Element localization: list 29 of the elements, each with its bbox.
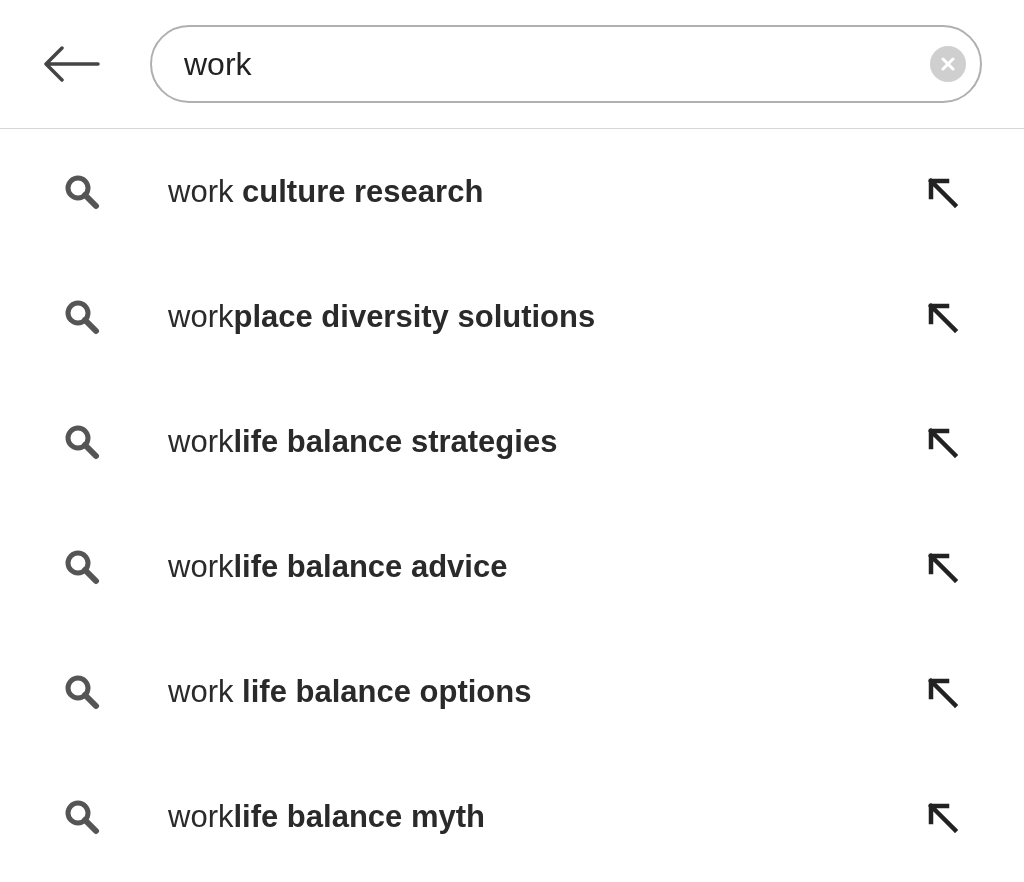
- fill-in-arrow-icon[interactable]: [926, 675, 958, 708]
- suggestion-text: worklife balance strategies: [168, 423, 559, 460]
- fill-in-arrow-icon[interactable]: [926, 800, 958, 833]
- fill-in-arrow-icon[interactable]: [926, 550, 958, 583]
- suggestion-text: workplace diversity solutions: [168, 298, 597, 335]
- fill-in-arrow-icon[interactable]: [926, 425, 958, 458]
- suggestion-text: work culture research: [168, 173, 485, 210]
- suggestion-item[interactable]: workplace diversity solutions: [0, 254, 1024, 379]
- suggestion-item[interactable]: work life balance options: [0, 629, 1024, 754]
- search-icon: [64, 548, 100, 585]
- fill-in-arrow-icon[interactable]: [926, 300, 958, 333]
- suggestion-item[interactable]: worklife balance advice: [0, 504, 1024, 629]
- search-icon: [64, 798, 100, 835]
- back-button[interactable]: [42, 44, 102, 84]
- suggestion-text: worklife balance advice: [168, 548, 509, 585]
- suggestion-item[interactable]: worklife balance myth: [0, 754, 1024, 879]
- back-arrow-icon: [42, 46, 100, 82]
- search-field[interactable]: work: [150, 25, 982, 103]
- suggestion-item[interactable]: worklife balance strategies: [0, 379, 1024, 504]
- search-icon: [64, 423, 100, 460]
- suggestion-text: worklife balance myth: [168, 798, 486, 835]
- suggestion-text: work life balance options: [168, 673, 533, 710]
- suggestion-item[interactable]: work culture research: [0, 129, 1024, 254]
- close-icon: [941, 57, 955, 71]
- search-input[interactable]: work: [182, 44, 930, 84]
- search-icon: [64, 173, 100, 210]
- search-icon: [64, 298, 100, 335]
- fill-in-arrow-icon[interactable]: [926, 175, 958, 208]
- search-icon: [64, 673, 100, 710]
